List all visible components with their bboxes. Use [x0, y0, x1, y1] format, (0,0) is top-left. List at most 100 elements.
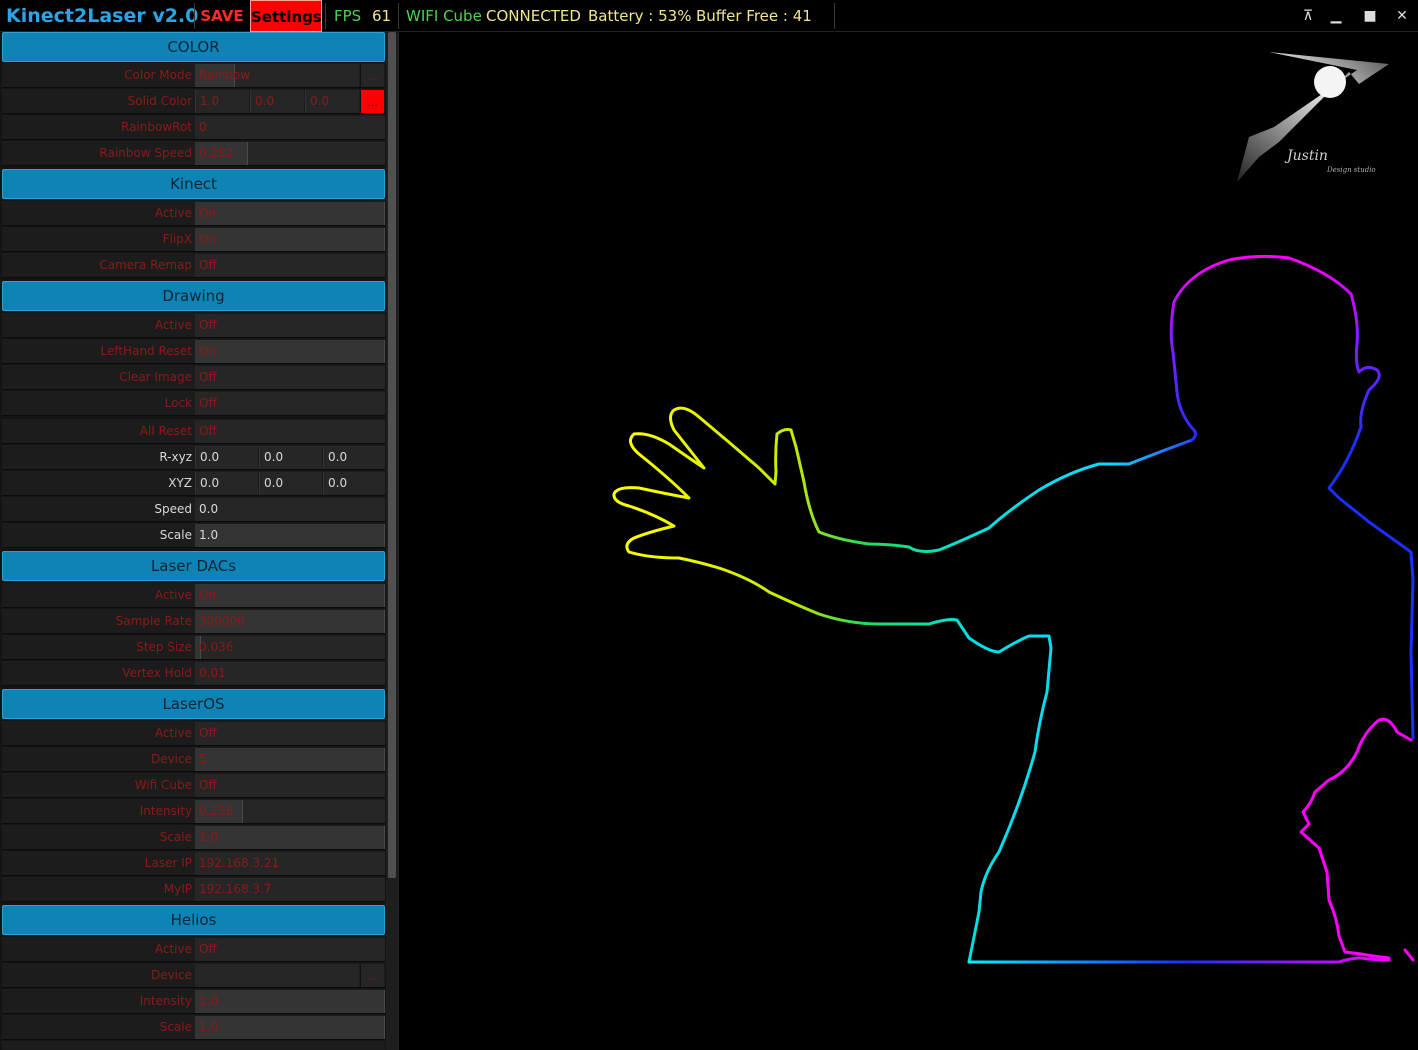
cell-value: 0.0 — [200, 476, 220, 490]
row-sample-rate: Sample Rate 300000 — [2, 609, 385, 634]
studio-logo: Justin Design studio — [1237, 52, 1389, 182]
row-label: Device — [150, 968, 192, 982]
logo-signature: Justin — [1284, 148, 1328, 164]
row-label: Sample Rate — [115, 614, 192, 628]
row-label: RainbowRot — [121, 120, 192, 134]
rainbow-rot-input[interactable]: 0 — [195, 116, 385, 139]
value-fill — [195, 340, 385, 363]
row-helios-scale: Scale 1.0 — [2, 1015, 385, 1040]
row-kinect-flipx: FlipX On — [2, 227, 385, 252]
sample-rate-slider[interactable]: 300000 — [195, 610, 385, 633]
laser-preview-canvas[interactable]: Justin Design studio — [398, 32, 1418, 1050]
row-value: 1.0 — [199, 528, 219, 542]
camera-remap-toggle[interactable]: Off — [195, 254, 385, 277]
helios-device-more-button[interactable]: ... — [360, 964, 384, 987]
value-fill — [195, 228, 385, 251]
row-label: Active — [154, 318, 192, 332]
helios-active-toggle[interactable]: Off — [195, 938, 385, 961]
row-value: 300000 — [199, 614, 245, 628]
r-z-input[interactable]: 0.0 — [323, 446, 385, 469]
row-r-xyz: R-xyz 0.0 0.0 0.0 — [2, 445, 385, 470]
solid-color-g-input[interactable]: 0.0 — [250, 90, 304, 113]
helios-intensity-slider[interactable]: 1.0 — [195, 990, 385, 1013]
x-input[interactable]: 0.0 — [195, 472, 258, 495]
section-header-kinect[interactable]: Kinect — [2, 169, 385, 199]
row-drawing-active: Active Off — [2, 313, 385, 338]
kinect-active-toggle[interactable]: On — [195, 202, 385, 225]
solid-color-r-input[interactable]: 1.0 — [195, 90, 249, 113]
row-label: Speed — [154, 502, 192, 516]
laser-preview-svg: Justin Design studio — [612, 52, 1415, 964]
row-label: Scale — [159, 528, 192, 542]
minimize-button[interactable]: ▁ — [1322, 4, 1350, 28]
row-value: Off — [199, 396, 217, 410]
wifi-cube-toggle[interactable]: Off — [195, 774, 385, 797]
row-label: FlipX — [162, 232, 192, 246]
row-laser-ip: Laser IP 192.168.3.21 — [2, 851, 385, 876]
rainbow-speed-slider[interactable]: 0.282 — [195, 142, 385, 165]
row-value: Off — [199, 778, 217, 792]
laseros-active-toggle[interactable]: Off — [195, 722, 385, 745]
value-fill — [195, 1016, 385, 1039]
row-value: Off — [199, 370, 217, 384]
color-mode-dropdown[interactable]: Rainbow — [195, 64, 359, 87]
section-header-helios[interactable]: Helios — [2, 905, 385, 935]
laseros-scale-slider[interactable]: 1.0 — [195, 826, 385, 849]
row-my-ip: MyIP 192.168.3.7 — [2, 877, 385, 902]
row-value: Off — [199, 318, 217, 332]
section-header-laser-dacs[interactable]: Laser DACs — [2, 551, 385, 581]
z-input[interactable]: 0.0 — [323, 472, 385, 495]
step-size-slider[interactable]: 0.036 — [195, 636, 385, 659]
row-lock: Lock Off — [2, 391, 385, 416]
color-mode-more-button[interactable]: ... — [360, 64, 384, 87]
dacs-active-toggle[interactable]: On — [195, 584, 385, 607]
row-label: Laser IP — [144, 856, 192, 870]
row-value: Off — [199, 726, 217, 740]
settings-button[interactable]: Settings — [250, 0, 322, 32]
row-rainbow-speed: Rainbow Speed 0.282 — [2, 141, 385, 166]
row-clear-image: Clear Image Off — [2, 365, 385, 390]
cell-value: 1.0 — [200, 94, 220, 108]
r-x-input[interactable]: 0.0 — [195, 446, 258, 469]
maximize-button[interactable]: ■ — [1356, 4, 1384, 28]
y-input[interactable]: 0.0 — [259, 472, 322, 495]
battery-status: Battery : 53% — [588, 7, 692, 25]
lefthand-reset-toggle[interactable]: On — [195, 340, 385, 363]
panel-scrollbar[interactable] — [386, 32, 398, 1050]
solid-color-picker-button[interactable]: ... — [360, 90, 384, 113]
row-value: Off — [199, 424, 217, 438]
pin-icon[interactable]: ⊼ — [1294, 4, 1322, 28]
row-label: R-xyz — [159, 450, 192, 464]
value-fill — [195, 584, 385, 607]
scrollbar-thumb[interactable] — [388, 32, 396, 878]
row-label: LeftHand Reset — [100, 344, 192, 358]
buffer-status: Buffer Free : 41 — [696, 7, 812, 25]
helios-device-dropdown[interactable] — [195, 964, 359, 987]
close-button[interactable]: ✕ — [1388, 4, 1416, 28]
clear-image-toggle[interactable]: Off — [195, 366, 385, 389]
row-value: Off — [199, 942, 217, 956]
row-value: 1.0 — [199, 994, 219, 1008]
section-header-drawing[interactable]: Drawing — [2, 281, 385, 311]
row-laseros-device: Device 5 — [2, 747, 385, 772]
logo-subtitle: Design studio — [1326, 166, 1376, 174]
drawing-scale-slider[interactable]: 1.0 — [195, 524, 385, 547]
laseros-intensity-slider[interactable]: 0.256 — [195, 800, 385, 823]
kinect-flipx-toggle[interactable]: On — [195, 228, 385, 251]
vertex-hold-slider[interactable]: 0.01 — [195, 662, 385, 685]
section-header-laseros[interactable]: LaserOS — [2, 689, 385, 719]
helios-scale-slider[interactable]: 1.0 — [195, 1016, 385, 1039]
wifi-status: CONNECTED — [486, 7, 581, 25]
section-header-color[interactable]: COLOR — [2, 32, 385, 62]
laseros-device-input[interactable]: 5 — [195, 748, 385, 771]
row-label: Lock — [164, 396, 192, 410]
speed-slider[interactable]: 0.0 — [195, 498, 385, 521]
solid-color-b-input[interactable]: 0.0 — [305, 90, 359, 113]
lock-toggle[interactable]: Off — [195, 392, 385, 415]
my-ip-input[interactable]: 192.168.3.7 — [195, 878, 385, 901]
save-button[interactable]: SAVE — [198, 0, 246, 32]
r-y-input[interactable]: 0.0 — [259, 446, 322, 469]
laser-ip-input[interactable]: 192.168.3.21 — [195, 852, 385, 875]
all-reset-toggle[interactable]: Off — [195, 420, 385, 443]
drawing-active-toggle[interactable]: Off — [195, 314, 385, 337]
